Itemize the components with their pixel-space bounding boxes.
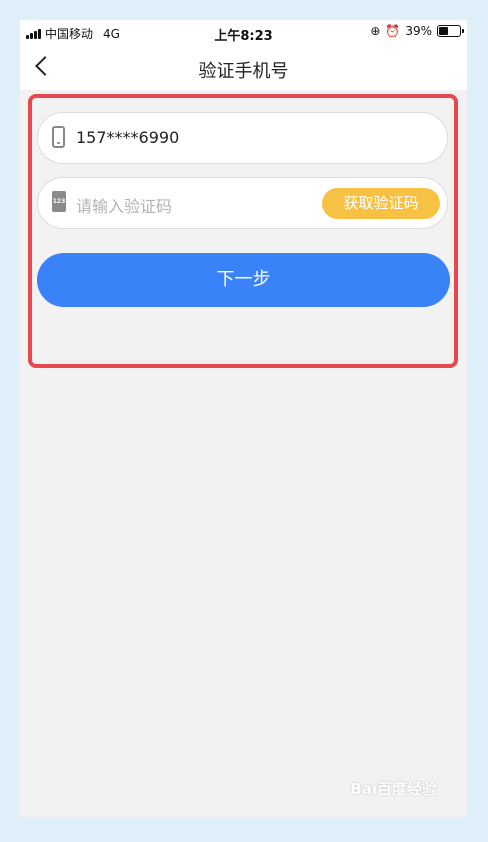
status-right: ⊕ ⏰ 39% <box>370 24 464 38</box>
watermark: Bai百度经验 <box>350 780 437 798</box>
get-code-button[interactable]: 获取验证码 <box>322 188 440 219</box>
code-field[interactable]: 123 请输入验证码 获取验证码 <box>37 177 448 229</box>
battery-icon <box>437 25 464 37</box>
status-bar: 中国移动 4G 上午8:23 ⊕ ⏰ 39% <box>20 20 467 46</box>
phone-icon-wrap <box>52 126 65 148</box>
rotation-lock-icon: ⊕ <box>370 24 381 38</box>
phone-screen: 中国移动 4G 上午8:23 ⊕ ⏰ 39% 验证手机号 157****6990… <box>20 20 467 817</box>
battery-fill <box>439 27 448 35</box>
battery-percent: 39% <box>405 24 432 38</box>
mobile-phone-icon <box>52 126 65 148</box>
code-input[interactable]: 请输入验证码 <box>76 193 172 217</box>
code-icon-wrap: 123 <box>52 191 66 212</box>
phone-number-value: 157****6990 <box>76 128 180 147</box>
nav-bar: 验证手机号 <box>20 46 467 90</box>
page-title: 验证手机号 <box>198 61 289 82</box>
next-step-button[interactable]: 下一步 <box>37 253 450 307</box>
keypad-icon: 123 <box>52 191 66 212</box>
alarm-icon: ⏰ <box>385 24 401 38</box>
phone-field[interactable]: 157****6990 <box>37 112 448 164</box>
